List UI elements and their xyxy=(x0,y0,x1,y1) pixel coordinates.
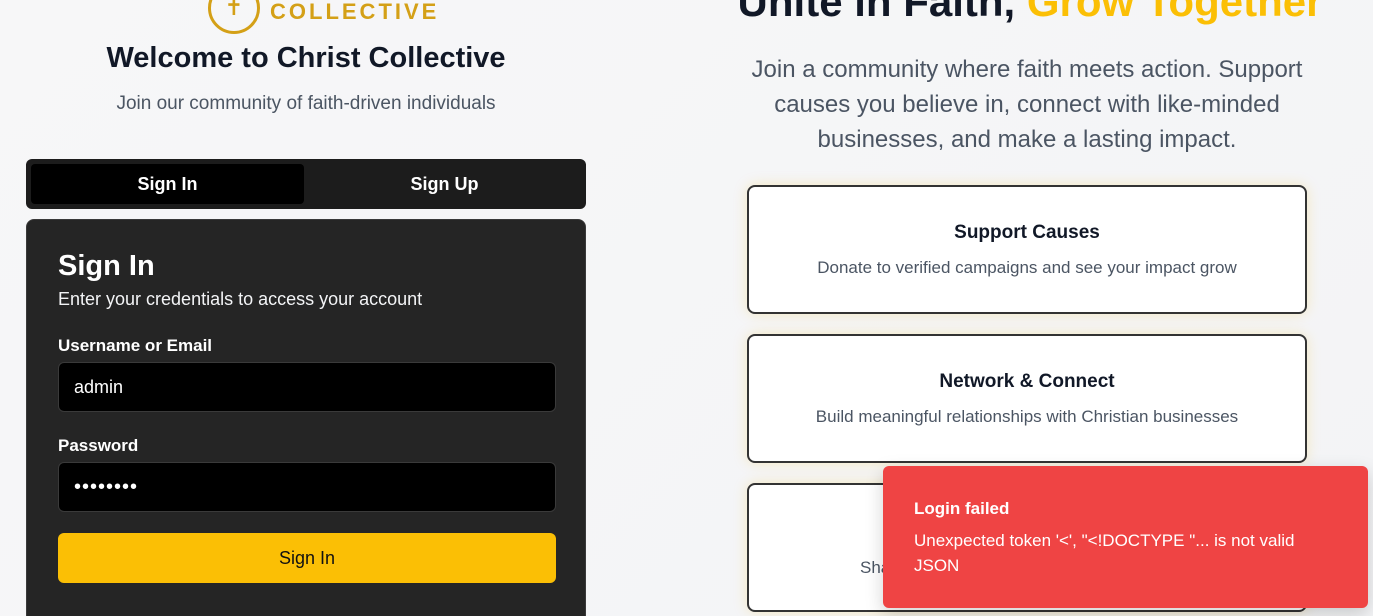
cross-icon: ✝ xyxy=(208,0,260,34)
sign-in-card: Sign In Enter your credentials to access… xyxy=(26,219,586,616)
feature-title: Support Causes xyxy=(954,222,1100,243)
toast-message: Unexpected token '<', "<!DOCTYPE "... is… xyxy=(914,531,1295,575)
hero-title-main: Unite in Faith, xyxy=(737,0,1027,25)
card-description: Enter your credentials to access your ac… xyxy=(58,289,423,309)
error-toast[interactable]: Login failed Unexpected token '<', "<!DO… xyxy=(883,466,1368,608)
feature-description: Build meaningful relationships with Chri… xyxy=(815,407,1239,426)
tab-sign-up[interactable]: Sign Up xyxy=(308,164,581,204)
hero-description: Join a community where faith meets actio… xyxy=(751,56,1303,153)
card-title: Sign In xyxy=(58,250,155,282)
hero-title: Unite in Faith, Grow Together xyxy=(690,0,1370,26)
feature-title: Network & Connect xyxy=(939,371,1115,392)
hero-title-accent: Grow Together xyxy=(1026,0,1323,25)
welcome-subtitle: Join our community of faith-driven indiv… xyxy=(116,93,496,114)
welcome-title: Welcome to Christ Collective xyxy=(106,42,506,74)
feature-description: Donate to verified campaigns and see you… xyxy=(817,258,1237,277)
toast-title: Login failed xyxy=(914,499,1010,518)
feature-card-support-causes: Support Causes Donate to verified campai… xyxy=(747,185,1307,314)
auth-tabs: Sign In Sign Up xyxy=(26,159,586,209)
sign-in-button[interactable]: Sign In xyxy=(58,533,556,583)
tab-sign-in[interactable]: Sign In xyxy=(31,164,304,204)
username-input[interactable]: admin xyxy=(58,362,556,412)
logo-text: COLLECTIVE xyxy=(270,0,440,24)
password-input[interactable]: •••••••• xyxy=(58,462,556,512)
username-label: Username or Email xyxy=(58,336,213,355)
feature-card-network-connect: Network & Connect Build meaningful relat… xyxy=(747,334,1307,463)
password-label: Password xyxy=(58,436,139,455)
logo: ✝ COLLECTIVE xyxy=(208,0,439,34)
